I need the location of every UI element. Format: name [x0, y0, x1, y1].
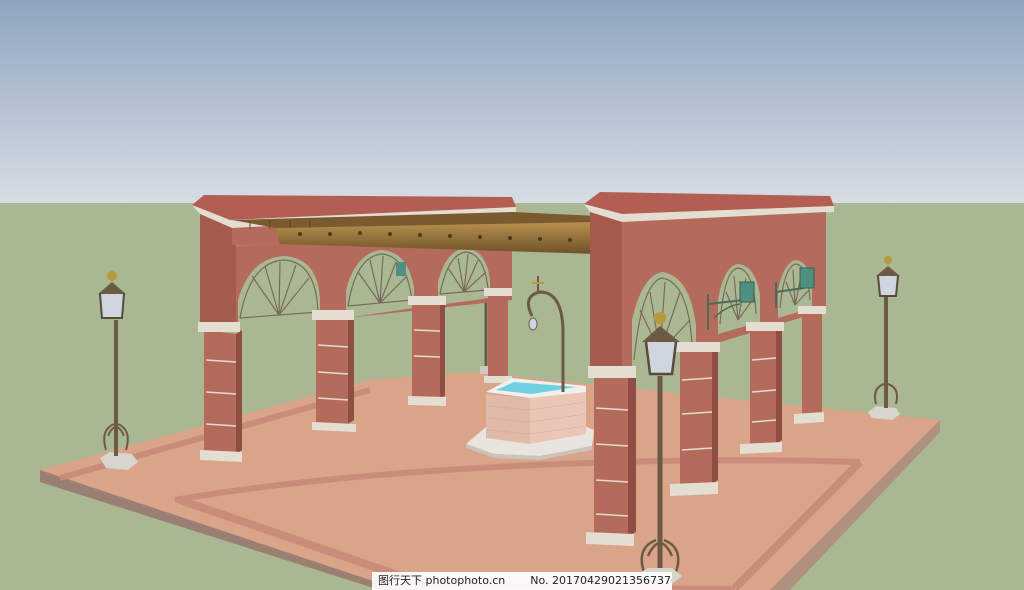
watermark-number-label: No. [530, 574, 549, 587]
watermark-bar: 图行天下 photophoto.cn No. 20170429021356737… [372, 572, 672, 590]
watermark-domain: photophoto.cn [425, 574, 506, 587]
watermark-number: 20170429021356737665 [552, 574, 672, 587]
scene-render [0, 0, 1024, 590]
watermark-site: 图行天下 [378, 574, 422, 587]
sky [0, 0, 1024, 204]
